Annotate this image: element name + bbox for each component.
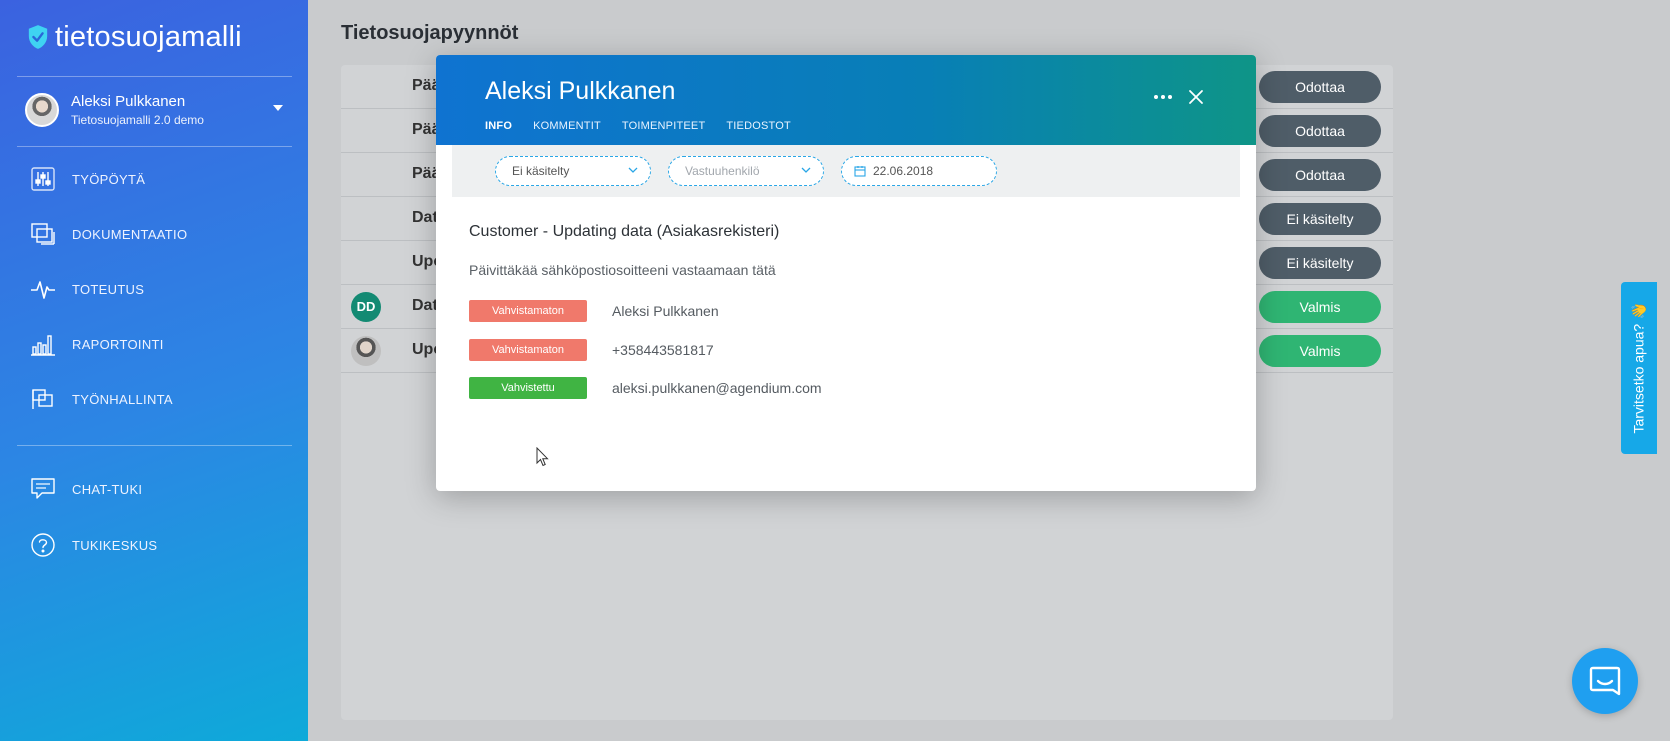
modal-tabs: INFO KOMMENTIT TOIMENPITEET TIEDOSTOT [485, 120, 791, 132]
sidebar-item-toteutus[interactable]: TOTEUTUS [30, 274, 144, 304]
documents-icon [31, 223, 55, 245]
sidebar-item-tyonhallinta[interactable]: TYÖNHALLINTA [30, 384, 173, 414]
sidebar-divider [17, 445, 292, 446]
filter-bar: Ei käsitelty Vastuuhenkilö 22.06.2018 [452, 145, 1240, 197]
date-picker[interactable]: 22.06.2018 [841, 156, 997, 186]
field-value: +358443581817 [612, 342, 714, 358]
activity-icon [31, 281, 55, 299]
user-org: Tietosuojamalli 2.0 demo [71, 113, 204, 127]
sidebar-divider [17, 76, 292, 77]
tab-kommentit[interactable]: KOMMENTIT [533, 120, 601, 132]
sidebar-divider [17, 146, 292, 147]
sidebar-item-dokumentaatio[interactable]: DOKUMENTAATIO [30, 219, 187, 249]
chat-bubble-icon [1589, 666, 1621, 696]
chat-icon [31, 478, 55, 499]
help-tab[interactable]: Tarvitsetko apua? 👋 [1621, 282, 1657, 454]
assignee-select[interactable]: Vastuuhenkilö [668, 156, 824, 186]
tab-toimenpiteet[interactable]: TOIMENPITEET [622, 120, 705, 132]
tab-tiedostot[interactable]: TIEDOSTOT [726, 120, 791, 132]
chevron-down-icon [273, 105, 283, 111]
row-text: Dat [412, 209, 438, 226]
request-modal: Aleksi Pulkkanen INFO KOMMENTIT TOIMENPI… [436, 55, 1256, 491]
sidebar: tietosuojamalli Aleksi Pulkkanen Tietosu… [0, 0, 308, 741]
sidebar-item-label: TUKIKESKUS [72, 537, 158, 553]
avatar [25, 93, 59, 127]
date-value: 22.06.2018 [873, 164, 934, 178]
assignee-placeholder: Vastuuhenkilö [685, 164, 760, 178]
calendar-icon [854, 166, 866, 177]
sidebar-item-raportointi[interactable]: RAPORTOINTI [30, 329, 164, 359]
status-badge[interactable]: Ei käsitelty [1259, 247, 1381, 279]
page-title: Tietosuojapyynnöt [341, 22, 519, 44]
bar-chart-icon [31, 335, 55, 356]
status-badge[interactable]: Odottaa [1259, 71, 1381, 103]
field-value: aleksi.pulkkanen@agendium.com [612, 380, 822, 396]
avatar: DD [351, 292, 381, 322]
sidebar-item-label: TOTEUTUS [72, 281, 145, 297]
sliders-icon [31, 167, 55, 191]
chevron-down-icon [628, 167, 638, 173]
status-badge[interactable]: Ei käsitelty [1259, 203, 1381, 235]
field-email: Vahvistettu aleksi.pulkkanen@agendium.co… [469, 377, 822, 399]
sidebar-item-label: TYÖPÖYTÄ [72, 171, 146, 187]
close-icon[interactable] [1186, 87, 1206, 107]
verification-badge[interactable]: Vahvistamaton [469, 339, 587, 361]
avatar [351, 336, 381, 366]
logo[interactable]: tietosuojamalli [27, 18, 242, 56]
logo-text: tietosuojamalli [55, 20, 242, 53]
verification-badge[interactable]: Vahvistettu [469, 377, 587, 399]
more-options-icon[interactable] [1154, 95, 1172, 99]
status-badge[interactable]: Odottaa [1259, 115, 1381, 147]
status-select-value: Ei käsitelty [512, 164, 570, 178]
chevron-down-icon [801, 167, 811, 173]
mouse-cursor-icon [536, 447, 549, 467]
sidebar-item-chat-tuki[interactable]: CHAT-TUKI [30, 474, 142, 504]
request-description: Päivittäkää sähköpostiosoitteeni vastaam… [469, 262, 776, 278]
field-value: Aleksi Pulkkanen [612, 303, 719, 319]
status-badge[interactable]: Valmis [1259, 335, 1381, 367]
sidebar-item-tyopoyta[interactable]: TYÖPÖYTÄ [30, 164, 145, 194]
sidebar-item-label: RAPORTOINTI [72, 336, 164, 352]
shield-check-icon [28, 25, 48, 49]
status-badge[interactable]: Odottaa [1259, 159, 1381, 191]
user-name: Aleksi Pulkkanen [71, 93, 186, 110]
user-menu[interactable]: Aleksi Pulkkanen Tietosuojamalli 2.0 dem… [25, 90, 293, 130]
sidebar-item-label: DOKUMENTAATIO [72, 226, 188, 242]
field-name: Vahvistamaton Aleksi Pulkkanen [469, 300, 719, 322]
task-icon [32, 389, 53, 409]
help-circle-icon [31, 533, 55, 557]
sidebar-item-tukikeskus[interactable]: TUKIKESKUS [30, 530, 157, 560]
modal-title: Aleksi Pulkkanen [485, 77, 676, 105]
status-select[interactable]: Ei käsitelty [495, 156, 651, 186]
tab-info[interactable]: INFO [485, 120, 512, 132]
request-title: Customer - Updating data (Asiakasrekiste… [469, 223, 780, 240]
field-phone: Vahvistamaton +358443581817 [469, 339, 714, 361]
row-text: Dat [412, 297, 438, 314]
status-badge[interactable]: Valmis [1259, 291, 1381, 323]
sidebar-item-label: TYÖNHALLINTA [72, 391, 173, 407]
verification-badge[interactable]: Vahvistamaton [469, 300, 587, 322]
chat-launcher-button[interactable] [1572, 648, 1638, 714]
sidebar-item-label: CHAT-TUKI [72, 481, 143, 497]
help-tab-label: Tarvitsetko apua? 👋 [1630, 302, 1647, 434]
modal-header: Aleksi Pulkkanen INFO KOMMENTIT TOIMENPI… [436, 55, 1256, 145]
